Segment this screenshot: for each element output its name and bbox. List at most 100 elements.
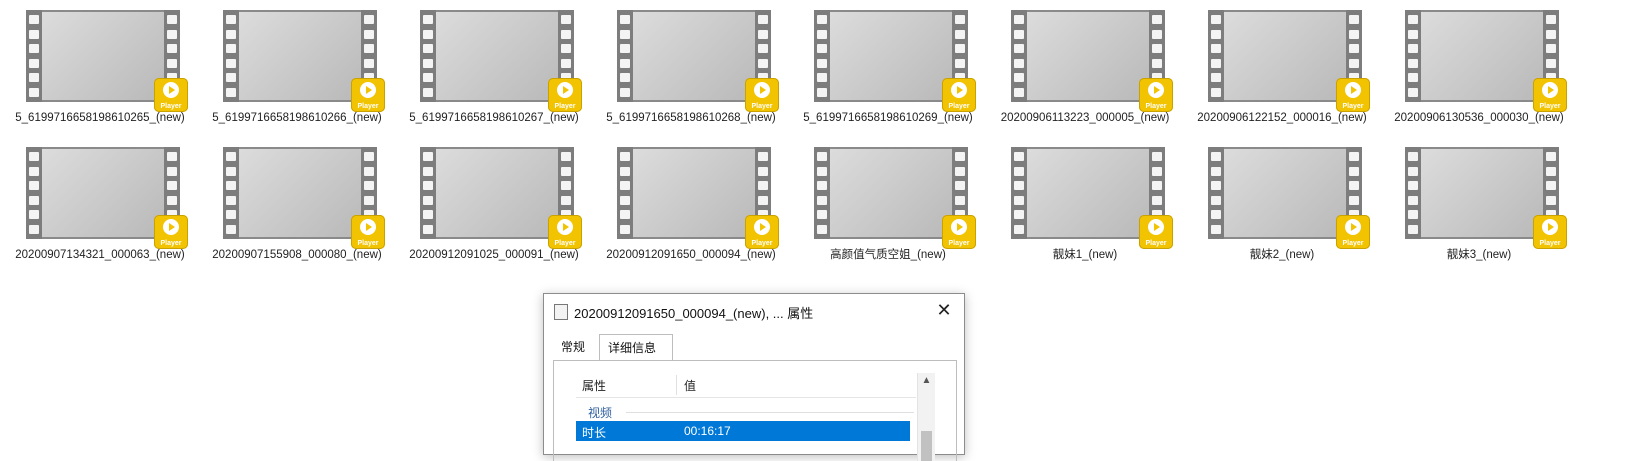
film-hole bbox=[364, 195, 374, 205]
filmstrip-edge bbox=[617, 147, 633, 239]
film-hole bbox=[620, 29, 630, 39]
dialog-titlebar[interactable]: 20200912091650_000094_(new), ... 属性 ✕ bbox=[544, 294, 964, 328]
film-hole bbox=[955, 152, 965, 161]
badge-label: Player bbox=[1342, 103, 1364, 110]
file-tile[interactable]: Player 5_6199716658198610267_(new) bbox=[404, 10, 584, 155]
tab-general[interactable]: 常规 bbox=[553, 336, 599, 359]
video-frame bbox=[1421, 12, 1543, 100]
file-tile[interactable]: Player 20200907134321_000063_(new) bbox=[10, 147, 190, 292]
film-hole bbox=[1152, 29, 1162, 39]
column-property[interactable]: 属性 bbox=[582, 377, 606, 394]
film-hole bbox=[167, 58, 177, 68]
film-hole bbox=[1014, 166, 1024, 176]
video-thumbnail: Player bbox=[223, 10, 385, 112]
table-row-duration[interactable]: 时长 00:16:17 bbox=[576, 421, 910, 441]
column-divider[interactable] bbox=[676, 375, 677, 395]
document-icon bbox=[554, 304, 568, 320]
video-frame bbox=[633, 12, 755, 100]
file-tile[interactable]: Player 靓妹1_(new) bbox=[995, 147, 1175, 292]
film-hole bbox=[226, 210, 236, 219]
badge-label: Player bbox=[160, 103, 182, 110]
film-hole bbox=[1152, 58, 1162, 68]
film-hole bbox=[817, 224, 827, 234]
scroll-up-arrow-icon[interactable]: ▲ bbox=[918, 375, 935, 386]
film-hole bbox=[620, 152, 630, 161]
film-hole bbox=[1349, 44, 1359, 53]
film-hole bbox=[1546, 15, 1556, 24]
film-hole bbox=[817, 58, 827, 68]
file-tile[interactable]: Player 5_6199716658198610265_(new) bbox=[10, 10, 190, 155]
film-hole bbox=[167, 152, 177, 161]
file-tile[interactable]: Player 5_6199716658198610269_(new) bbox=[798, 10, 978, 155]
film-hole bbox=[620, 166, 630, 176]
file-tile[interactable]: Player 20200907155908_000080_(new) bbox=[207, 147, 387, 292]
play-icon bbox=[754, 219, 770, 235]
play-icon bbox=[951, 82, 967, 98]
film-hole bbox=[620, 224, 630, 234]
film-hole bbox=[758, 166, 768, 176]
properties-dialog[interactable]: 20200912091650_000094_(new), ... 属性 ✕ 常规… bbox=[543, 293, 965, 461]
film-hole bbox=[561, 195, 571, 205]
film-hole bbox=[226, 224, 236, 234]
column-value[interactable]: 值 bbox=[684, 377, 696, 394]
file-name: 靓妹2_(new) bbox=[1249, 249, 1315, 261]
film-hole bbox=[817, 29, 827, 39]
group-divider bbox=[626, 412, 914, 413]
film-hole bbox=[1546, 152, 1556, 161]
video-frame bbox=[239, 12, 361, 100]
file-tile[interactable]: Player 靓妹2_(new) bbox=[1192, 147, 1372, 292]
file-tile[interactable]: Player 20200906113223_000005_(new) bbox=[995, 10, 1175, 155]
film-hole bbox=[423, 44, 433, 53]
video-frame bbox=[830, 149, 952, 237]
player-badge-icon: Player bbox=[351, 78, 385, 112]
row-key: 时长 bbox=[582, 426, 607, 440]
play-icon bbox=[557, 82, 573, 98]
file-tile[interactable]: Player 20200906122152_000016_(new) bbox=[1192, 10, 1372, 155]
film-hole bbox=[758, 181, 768, 190]
film-hole bbox=[423, 181, 433, 190]
film-hole bbox=[1014, 152, 1024, 161]
file-name: 20200912091650_000094_(new) bbox=[606, 249, 776, 261]
film-hole bbox=[29, 166, 39, 176]
file-tile[interactable]: Player 20200906130536_000030_(new) bbox=[1389, 10, 1569, 155]
film-hole bbox=[423, 195, 433, 205]
filmstrip-edge bbox=[1011, 10, 1027, 102]
vertical-scrollbar[interactable]: ▲ bbox=[917, 373, 935, 461]
play-icon bbox=[1345, 82, 1361, 98]
badge-label: Player bbox=[948, 240, 970, 247]
video-frame bbox=[239, 149, 361, 237]
film-hole bbox=[620, 73, 630, 82]
details-panel: 属性 值 视频 时长 00:16:17 ▲ bbox=[553, 360, 957, 461]
video-thumbnail: Player bbox=[1208, 147, 1370, 249]
file-tile[interactable]: Player 20200912091650_000094_(new) bbox=[601, 147, 781, 292]
film-hole bbox=[1211, 44, 1221, 53]
film-hole bbox=[1014, 15, 1024, 24]
play-icon bbox=[1345, 219, 1361, 235]
video-frame bbox=[633, 149, 755, 237]
film-hole bbox=[1349, 152, 1359, 161]
close-button[interactable]: ✕ bbox=[924, 294, 964, 326]
file-tile[interactable]: Player 靓妹3_(new) bbox=[1389, 147, 1569, 292]
file-tile[interactable]: Player 5_6199716658198610266_(new) bbox=[207, 10, 387, 155]
film-hole bbox=[620, 15, 630, 24]
badge-label: Player bbox=[948, 103, 970, 110]
scrollbar-thumb[interactable] bbox=[921, 431, 932, 461]
film-hole bbox=[955, 15, 965, 24]
player-badge-icon: Player bbox=[942, 78, 976, 112]
video-frame bbox=[436, 149, 558, 237]
film-hole bbox=[423, 210, 433, 219]
play-icon bbox=[1542, 82, 1558, 98]
player-badge-icon: Player bbox=[942, 215, 976, 249]
film-hole bbox=[167, 44, 177, 53]
badge-label: Player bbox=[357, 103, 379, 110]
file-tile[interactable]: Player 高颜值气质空姐_(new) bbox=[798, 147, 978, 292]
film-hole bbox=[1408, 224, 1418, 234]
film-hole bbox=[1014, 224, 1024, 234]
file-name: 20200907155908_000080_(new) bbox=[212, 249, 382, 261]
file-tile[interactable]: Player 20200912091025_000091_(new) bbox=[404, 147, 584, 292]
tab-details[interactable]: 详细信息 bbox=[599, 334, 673, 361]
player-badge-icon: Player bbox=[154, 215, 188, 249]
film-hole bbox=[1408, 15, 1418, 24]
file-tile[interactable]: Player 5_6199716658198610268_(new) bbox=[601, 10, 781, 155]
film-hole bbox=[226, 73, 236, 82]
